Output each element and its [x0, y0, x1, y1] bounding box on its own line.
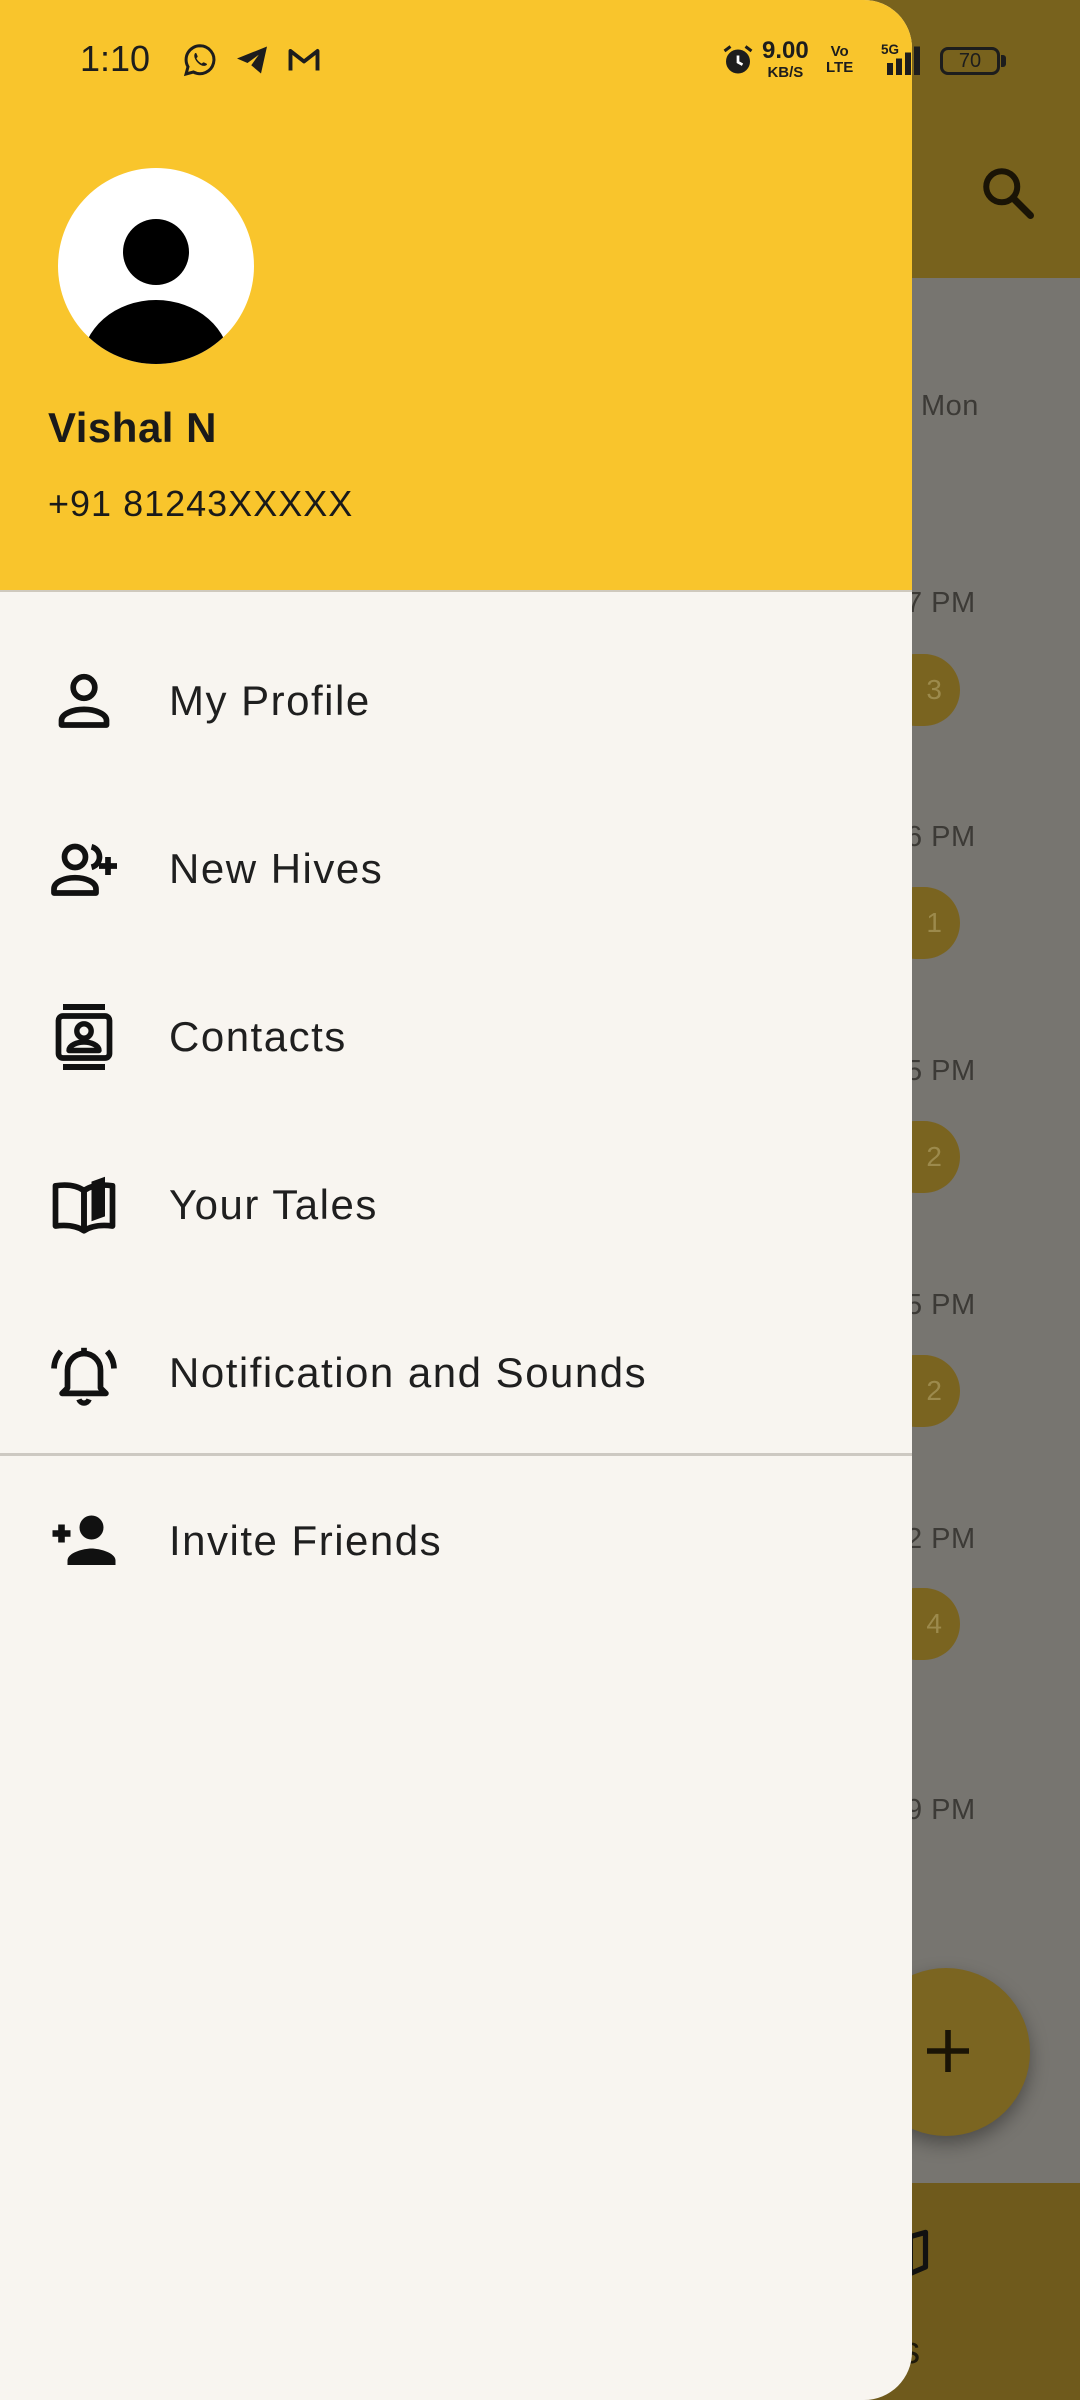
- user-phone: +91 81243XXXXX: [48, 483, 354, 524]
- signal-icon: 5G: [881, 42, 920, 75]
- menu-item-invite-friends[interactable]: Invite Friends: [0, 1457, 912, 1625]
- background-time: 9 PM: [906, 1794, 976, 1826]
- user-name: Vishal N: [48, 404, 217, 451]
- person-icon: [58, 673, 110, 728]
- volte-indicator: Vo LTE: [826, 43, 854, 76]
- alarm-icon: [723, 45, 753, 74]
- contacts-icon: [55, 1004, 113, 1070]
- battery-indicator: 70: [940, 47, 1000, 75]
- search-icon[interactable]: [978, 163, 1038, 223]
- menu-label: Your Tales: [169, 1181, 378, 1228]
- status-bar: 1:10 9.00 KB/S Vo LTE 5G 70: [0, 0, 1080, 124]
- menu-label: Invite Friends: [169, 1517, 443, 1564]
- telegram-icon: [237, 46, 267, 74]
- group-add-icon: [51, 843, 117, 896]
- background-time: 7 PM: [906, 587, 976, 619]
- gmail-icon: [288, 49, 320, 71]
- default-avatar-icon: [82, 219, 230, 364]
- menu-item-your-tales[interactable]: Your Tales: [0, 1121, 912, 1289]
- whatsapp-icon: [183, 44, 216, 77]
- bell-ring-icon: [51, 1347, 117, 1406]
- background-time: 6 PM: [906, 821, 976, 853]
- background-time: 5 PM: [906, 1055, 976, 1087]
- battery-tip: [1001, 55, 1006, 67]
- menu-label: New Hives: [169, 845, 384, 892]
- background-day-label: Mon: [921, 390, 979, 422]
- menu-item-contacts[interactable]: Contacts: [0, 953, 912, 1121]
- menu-label: Notification and Sounds: [169, 1349, 648, 1396]
- navigation-drawer: Vishal N +91 81243XXXXX My Profile New H…: [0, 0, 912, 2400]
- menu-label: My Profile: [169, 677, 371, 724]
- menu-divider: [0, 1453, 912, 1456]
- background-time: 2 PM: [906, 1523, 976, 1555]
- book-icon: [52, 1176, 116, 1234]
- svg-text:5G: 5G: [881, 42, 899, 57]
- plus-icon: [927, 2030, 969, 2072]
- menu-item-my-profile[interactable]: My Profile: [0, 617, 912, 785]
- menu-item-new-hives[interactable]: New Hives: [0, 785, 912, 953]
- status-time: 1:10: [80, 38, 151, 79]
- menu-label: Contacts: [169, 1013, 347, 1060]
- background-time: 5 PM: [906, 1289, 976, 1321]
- menu-item-notification-and-sounds[interactable]: Notification and Sounds: [0, 1289, 912, 1457]
- avatar[interactable]: [58, 168, 254, 364]
- person-add-icon: [52, 1515, 116, 1565]
- network-speed: 9.00 KB/S: [762, 37, 809, 82]
